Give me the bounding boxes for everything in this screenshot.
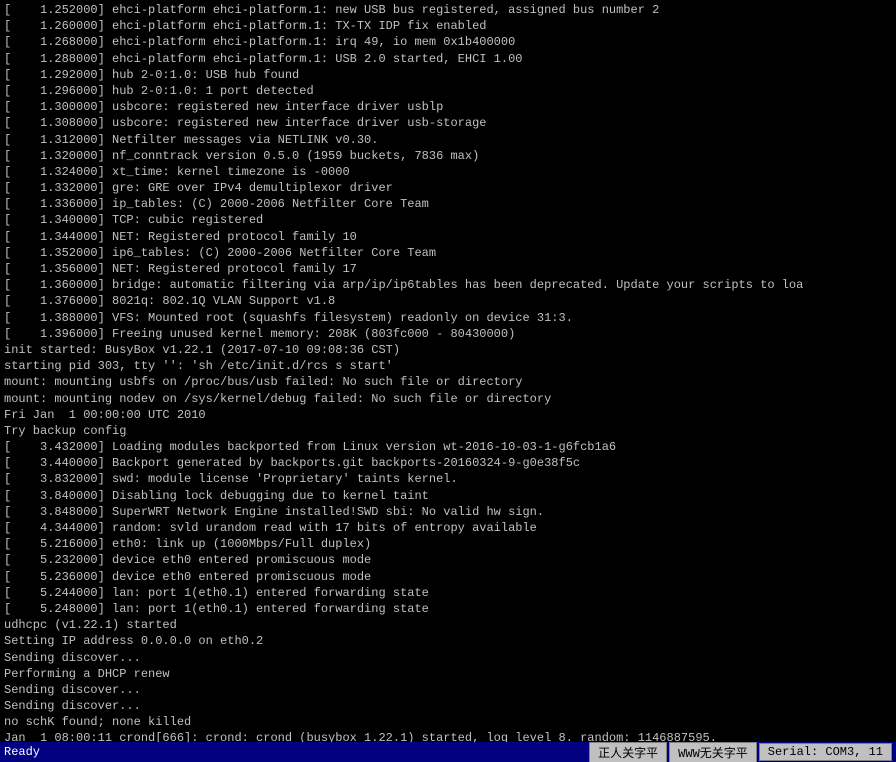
status-right-group: 正人关字平 WWW无关字平 Serial: COM3, 11 [587,742,892,762]
status-segment-3: Serial: COM3, 11 [759,743,892,761]
status-ready: Ready [4,745,40,759]
status-segment-1: 正人关字平 [589,742,667,762]
status-segment-2: WWW无关字平 [669,742,757,762]
status-bar: Ready 正人关字平 WWW无关字平 Serial: COM3, 11 [0,742,896,762]
terminal-output[interactable]: [ 1.252000] ehci-platform ehci-platform.… [0,0,896,742]
terminal-window: [ 1.252000] ehci-platform ehci-platform.… [0,0,896,762]
